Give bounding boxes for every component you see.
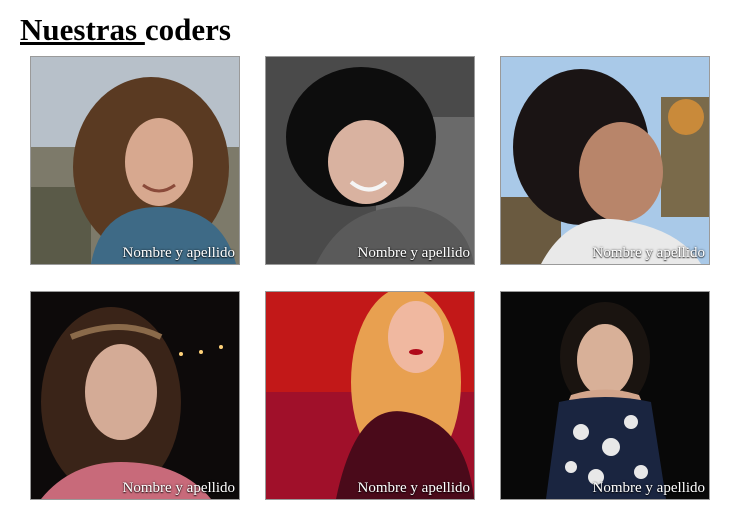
coder-card-1[interactable]: Nombre y apellido (30, 56, 240, 265)
woman-floral-dress-photo (501, 292, 709, 499)
title-underlined-part: Nuestras (20, 12, 145, 47)
coder-name: Nombre y apellido (122, 245, 235, 261)
coder-name: Nombre y apellido (592, 245, 705, 261)
coder-card-5[interactable]: Nombre y apellido (265, 291, 475, 500)
page: Nuestras coders Nombre y apellido Nombre… (0, 0, 747, 522)
title-rest-part: coders (144, 12, 231, 47)
coder-card-6[interactable]: Nombre y apellido (500, 291, 710, 500)
coder-name: Nombre y apellido (357, 480, 470, 496)
woman-headband-night-photo (31, 292, 239, 499)
coder-name: Nombre y apellido (592, 480, 705, 496)
coder-card-2[interactable]: Nombre y apellido (265, 56, 475, 265)
woman-red-lighting-photo (266, 292, 474, 499)
woman-curly-hair-photo (31, 57, 239, 264)
page-title: Nuestras coders (20, 10, 231, 50)
coder-card-3[interactable]: Nombre y apellido (500, 56, 710, 265)
coder-name: Nombre y apellido (357, 245, 470, 261)
coder-name: Nombre y apellido (122, 480, 235, 496)
woman-profile-outdoors-photo (501, 57, 709, 264)
woman-short-black-hair-photo (266, 57, 474, 264)
coder-card-4[interactable]: Nombre y apellido (30, 291, 240, 500)
